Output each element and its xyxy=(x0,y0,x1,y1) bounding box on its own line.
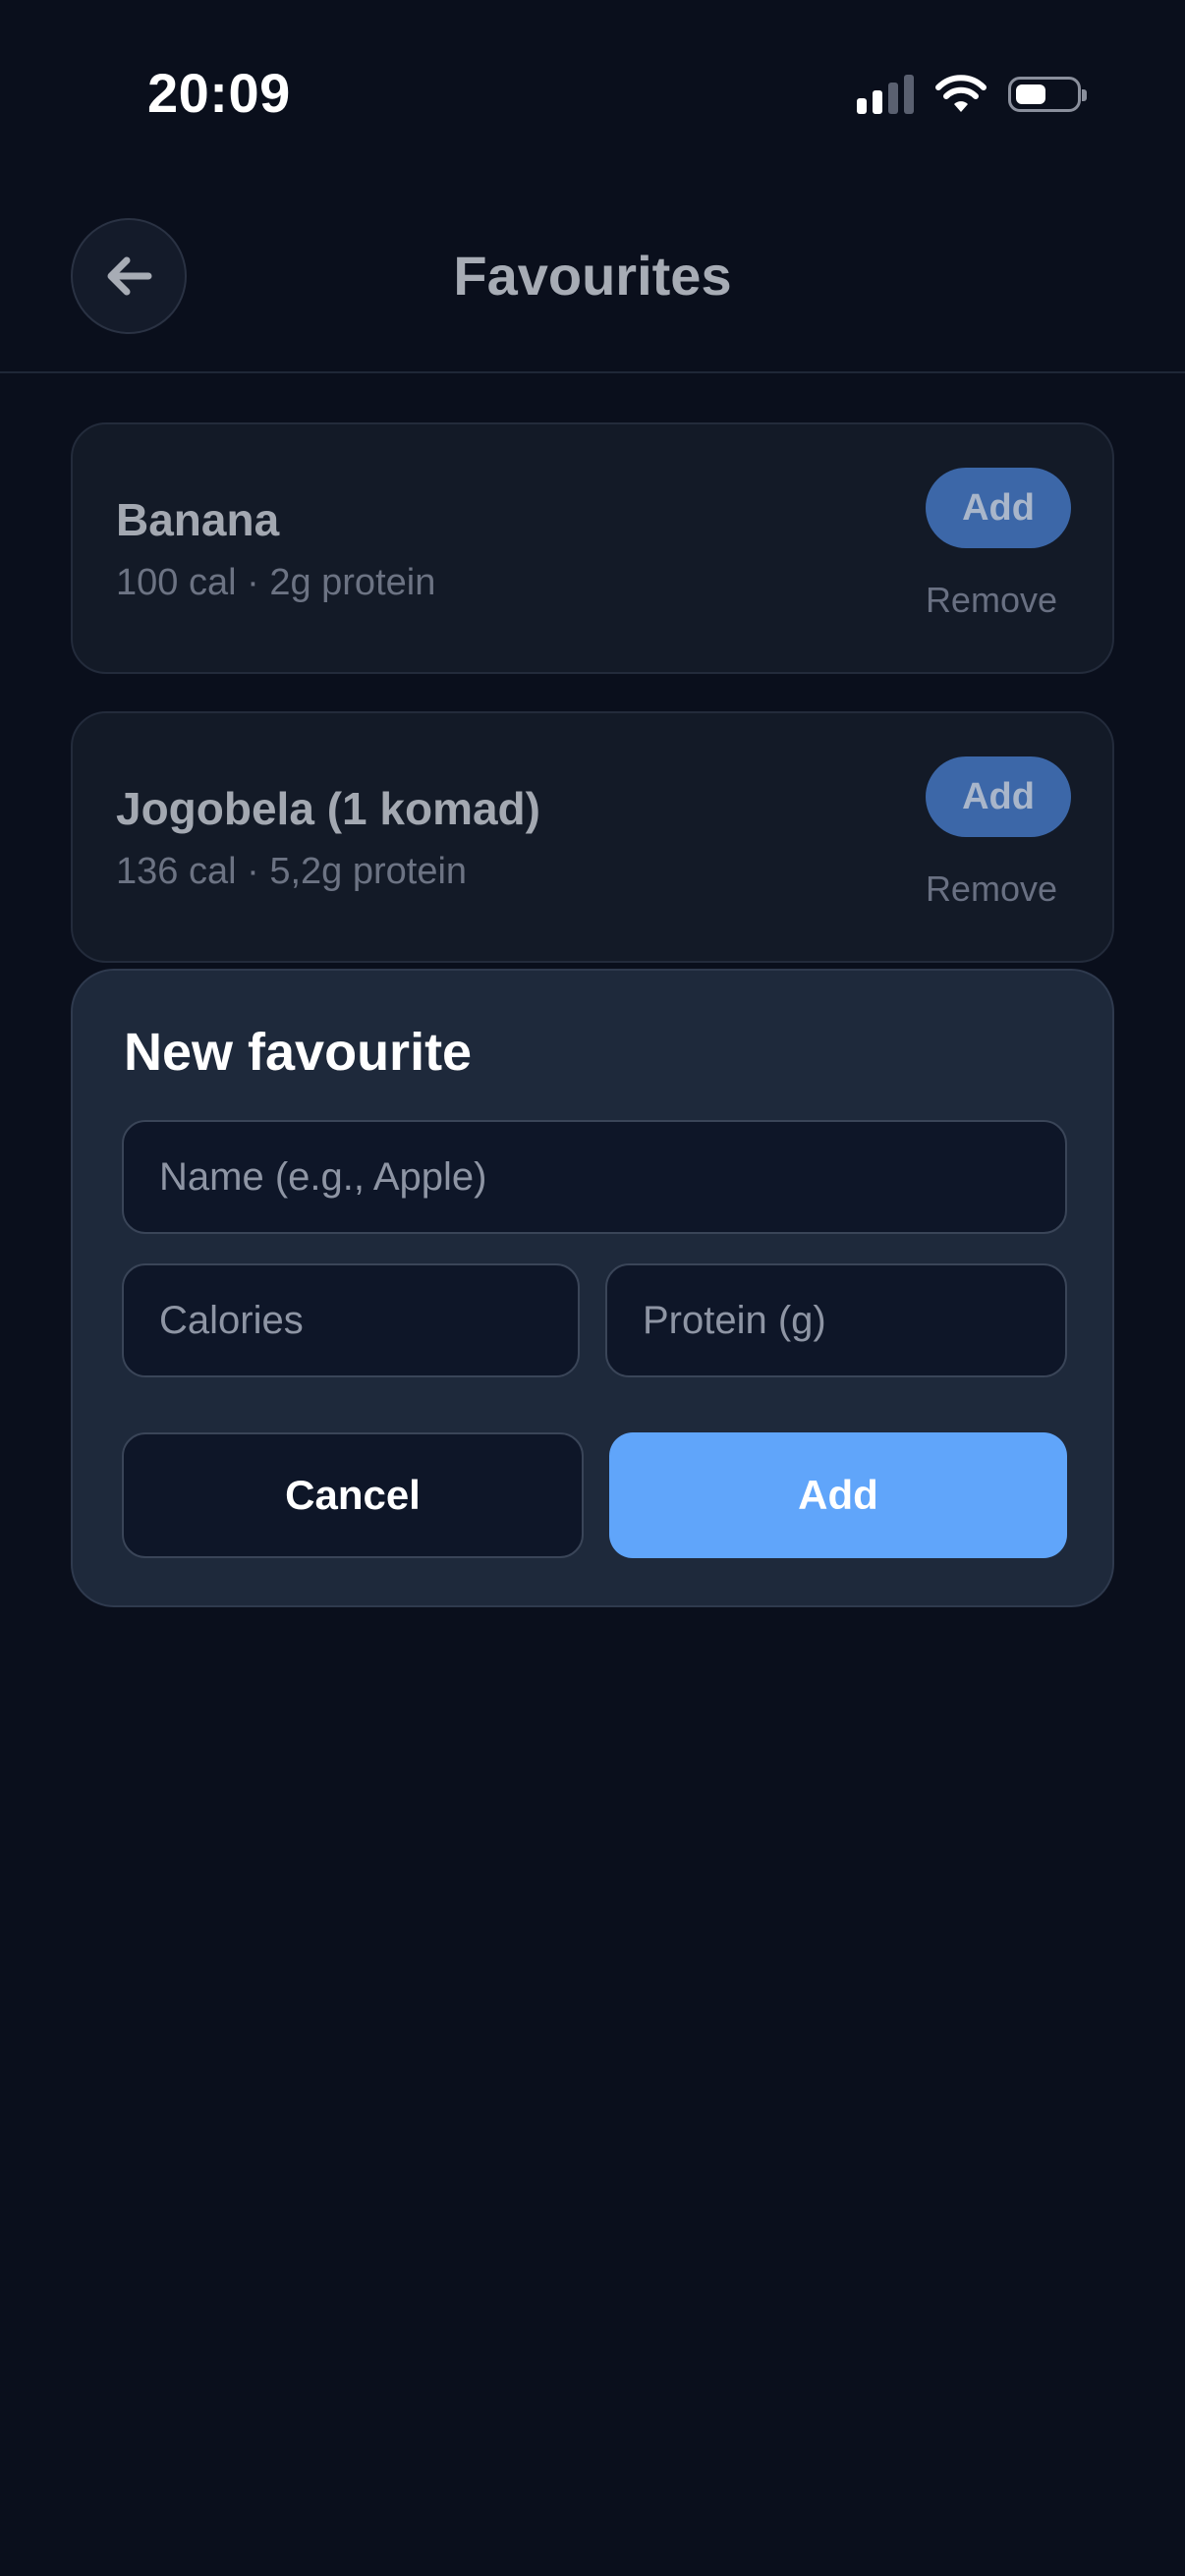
favourite-name: Jogobela (1 komad) xyxy=(116,783,540,834)
new-favourite-sheet: New favourite Name (e.g., Apple) Calorie… xyxy=(71,969,1114,1607)
favourite-nutrition: 136 cal · 5,2g protein xyxy=(116,851,467,893)
status-icons xyxy=(857,75,1087,114)
favourite-nutrition: 100 cal · 2g protein xyxy=(116,562,435,604)
favourite-calories: 136 cal xyxy=(116,851,237,892)
favourite-name: Banana xyxy=(116,494,280,545)
remove-favourite-button[interactable]: Remove xyxy=(926,580,1057,621)
favourite-calories: 100 cal xyxy=(116,562,237,603)
cellular-signal-icon xyxy=(857,75,914,114)
add-favourite-button[interactable]: Add xyxy=(926,468,1071,548)
page-title: Favourites xyxy=(453,245,732,307)
favourite-protein: · 5,2g protein xyxy=(247,851,468,892)
favourite-card-banana: Banana 100 cal · 2g protein Add Remove xyxy=(71,422,1114,674)
favourite-card-jogobela: Jogobela (1 komad) 136 cal · 5,2g protei… xyxy=(71,711,1114,963)
calories-input[interactable]: Calories xyxy=(122,1263,580,1377)
wifi-icon xyxy=(935,75,987,112)
name-input[interactable]: Name (e.g., Apple) xyxy=(122,1120,1067,1234)
remove-favourite-button[interactable]: Remove xyxy=(926,868,1057,910)
cancel-button[interactable]: Cancel xyxy=(122,1432,584,1558)
protein-input[interactable]: Protein (g) xyxy=(605,1263,1067,1377)
status-time: 20:09 xyxy=(147,62,291,124)
battery-icon xyxy=(1008,77,1087,112)
sheet-title: New favourite xyxy=(124,1023,473,1082)
header-divider xyxy=(0,371,1185,373)
favourite-protein: · 2g protein xyxy=(247,562,436,603)
add-button[interactable]: Add xyxy=(609,1432,1067,1558)
add-favourite-button[interactable]: Add xyxy=(926,756,1071,837)
favourites-screen: 20:09 Favourites Banana 100 cal · 2g pro… xyxy=(0,0,1185,2576)
